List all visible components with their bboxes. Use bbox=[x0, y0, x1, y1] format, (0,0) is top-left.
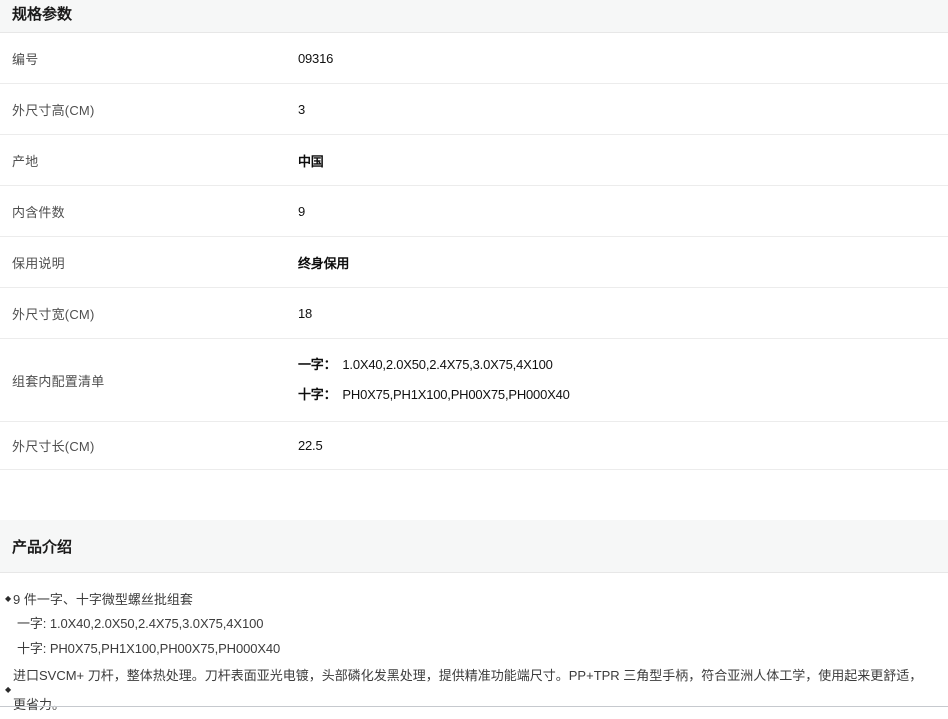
spec-row-label: 产地 bbox=[0, 151, 298, 170]
spec-row-warranty: 保用说明 终身保用 bbox=[0, 237, 948, 288]
intro-section-header: 产品介绍 bbox=[0, 520, 948, 573]
spec-table: 编号 09316 外尺寸高(CM) 3 产地 中国 内含件数 9 保用说明 终身… bbox=[0, 33, 948, 470]
spec-row-value: 18 bbox=[298, 306, 312, 321]
spec-row-value: 中国 bbox=[298, 151, 324, 170]
config-line-prefix: 十字： bbox=[298, 387, 336, 402]
section-gap bbox=[0, 470, 948, 520]
intro-item-text: 进口SVCM+ 刀杆，整体热处理。刀杆表面亚光电镀，头部磷化发黑处理，提供精准功… bbox=[13, 661, 934, 719]
spec-row-label: 外尺寸长(CM) bbox=[0, 436, 298, 455]
intro-item-text: 9 件一字、十字微型螺丝批组套 bbox=[13, 589, 934, 611]
spec-row-label: 组套内配置清单 bbox=[0, 371, 298, 390]
spec-row-value: 终身保用 bbox=[298, 253, 349, 272]
spec-row-config-list: 组套内配置清单 一字： 1.0X40,2.0X50,2.4X75,3.0X75,4… bbox=[0, 339, 948, 422]
intro-item-set-name: ◆ 9 件一字、十字微型螺丝批组套 bbox=[0, 589, 948, 611]
config-line-value: PH0X75,PH1X100,PH00X75,PH000X40 bbox=[342, 387, 569, 402]
diamond-bullet-icon: ◆ bbox=[5, 588, 13, 610]
intro-sub-line-slotted: 一字: 1.0X40,2.0X50,2.4X75,3.0X75,4X100 bbox=[0, 611, 948, 636]
spec-row-label: 外尺寸高(CM) bbox=[0, 100, 298, 119]
config-line-phillips: 十字： PH0X75,PH1X100,PH00X75,PH000X40 bbox=[298, 380, 570, 410]
intro-sub-line-phillips: 十字: PH0X75,PH1X100,PH00X75,PH000X40 bbox=[0, 636, 948, 661]
spec-row-label: 保用说明 bbox=[0, 253, 298, 272]
diamond-bullet-icon: ◆ bbox=[5, 675, 13, 704]
intro-section-title: 产品介绍 bbox=[12, 536, 72, 557]
config-line-value: 1.0X40,2.0X50,2.4X75,3.0X75,4X100 bbox=[342, 357, 552, 372]
spec-row-outer-width: 外尺寸宽(CM) 18 bbox=[0, 288, 948, 339]
spec-row-outer-height: 外尺寸高(CM) 3 bbox=[0, 84, 948, 135]
spec-row-value: 一字： 1.0X40,2.0X50,2.4X75,3.0X75,4X100 十字：… bbox=[298, 350, 570, 410]
spec-row-item-number: 编号 09316 bbox=[0, 33, 948, 84]
spec-row-value: 09316 bbox=[298, 51, 333, 66]
spec-row-label: 外尺寸宽(CM) bbox=[0, 304, 298, 323]
spec-row-outer-length: 外尺寸长(CM) 22.5 bbox=[0, 422, 948, 470]
config-line-slotted: 一字： 1.0X40,2.0X50,2.4X75,3.0X75,4X100 bbox=[298, 350, 570, 380]
spec-row-origin: 产地 中国 bbox=[0, 135, 948, 186]
spec-row-value: 3 bbox=[298, 102, 305, 117]
intro-item-material: ◆ 进口SVCM+ 刀杆，整体热处理。刀杆表面亚光电镀，头部磷化发黑处理，提供精… bbox=[0, 661, 948, 719]
product-detail-page: 规格参数 编号 09316 外尺寸高(CM) 3 产地 中国 内含件数 9 保用… bbox=[0, 0, 948, 710]
intro-content: ◆ 9 件一字、十字微型螺丝批组套 一字: 1.0X40,2.0X50,2.4X… bbox=[0, 573, 948, 719]
config-line-prefix: 一字： bbox=[298, 357, 336, 372]
spec-row-piece-count: 内含件数 9 bbox=[0, 186, 948, 237]
spec-section-title: 规格参数 bbox=[12, 3, 72, 24]
spec-row-label: 内含件数 bbox=[0, 202, 298, 221]
spec-row-value: 22.5 bbox=[298, 438, 323, 453]
spec-row-value: 9 bbox=[298, 204, 305, 219]
spec-row-label: 编号 bbox=[0, 49, 298, 68]
spec-section-header: 规格参数 bbox=[0, 0, 948, 33]
bottom-divider bbox=[0, 706, 948, 707]
